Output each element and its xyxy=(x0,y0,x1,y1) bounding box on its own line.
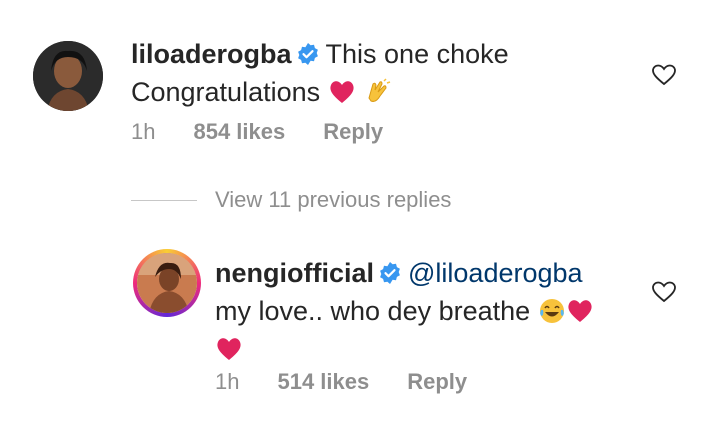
verified-badge-icon xyxy=(297,43,318,65)
comment-line-1: This one choke xyxy=(325,39,509,69)
mention-link[interactable]: @liloaderogba xyxy=(408,258,583,288)
red-heart-emoji-icon xyxy=(568,300,592,322)
likes-count[interactable]: 854 likes xyxy=(193,119,285,144)
red-heart-emoji-icon xyxy=(330,81,354,103)
clapping-hands-emoji-icon xyxy=(368,78,391,102)
likes-count[interactable]: 514 likes xyxy=(277,369,369,394)
username-nengiofficial[interactable]: nengiofficial xyxy=(215,258,374,288)
comment-text-2: nengiofficial @liloaderogba my love.. who… xyxy=(215,254,594,368)
reply-button[interactable]: Reply xyxy=(323,119,383,144)
username-liloaderogba[interactable]: liloaderogba xyxy=(131,39,292,69)
comment-text-1: liloaderogba This one choke Congratulatio… xyxy=(131,35,509,111)
avatar-liloaderogba[interactable] xyxy=(33,41,103,111)
comment-meta-1: 1h 854 likes Reply xyxy=(131,119,421,145)
comment-line-2: Congratulations xyxy=(131,77,321,107)
comment-time: 1h xyxy=(131,119,156,144)
reply-button[interactable]: Reply xyxy=(407,369,467,394)
comment-time: 1h xyxy=(215,369,240,394)
tears-of-joy-emoji-icon xyxy=(539,299,564,323)
view-previous-replies-button[interactable]: View 11 previous replies xyxy=(215,187,451,213)
red-heart-emoji-icon xyxy=(217,338,241,360)
verified-badge-icon xyxy=(380,262,400,284)
avatar-nengiofficial[interactable] xyxy=(137,253,197,313)
comment-line-1: my love.. who dey breathe xyxy=(215,296,531,326)
like-heart-icon[interactable] xyxy=(651,279,677,305)
like-heart-icon[interactable] xyxy=(651,62,677,88)
comment-meta-2: 1h 514 likes Reply xyxy=(215,369,505,395)
thread-divider xyxy=(131,200,197,201)
